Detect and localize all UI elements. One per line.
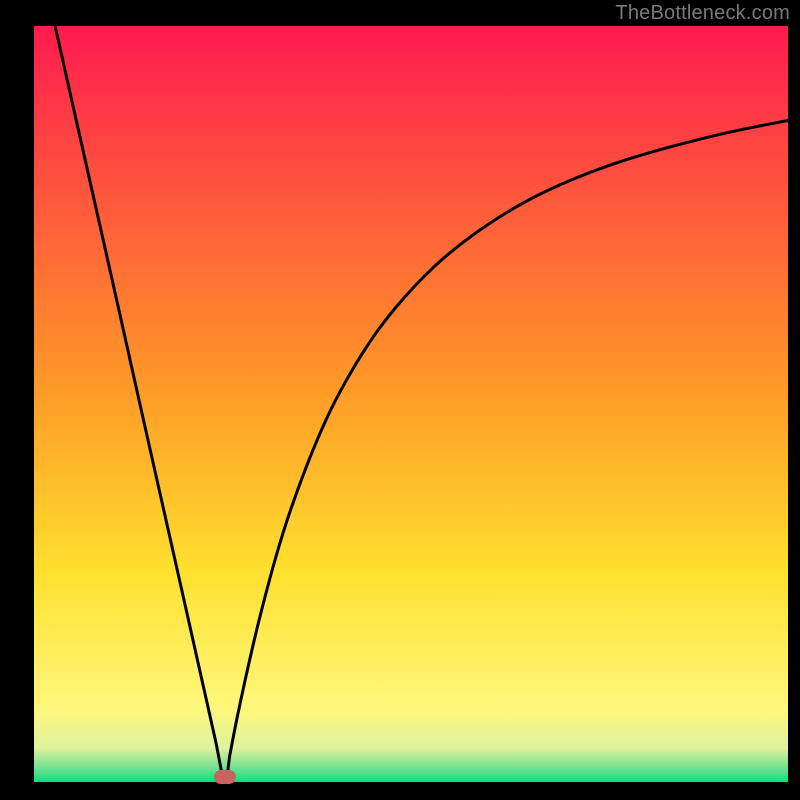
chart-area <box>34 26 788 782</box>
chart-background <box>34 26 788 782</box>
chart-frame <box>34 26 788 782</box>
watermark-text: TheBottleneck.com <box>615 2 790 25</box>
chart-svg <box>34 26 788 782</box>
chart-minimum-marker <box>214 770 236 784</box>
